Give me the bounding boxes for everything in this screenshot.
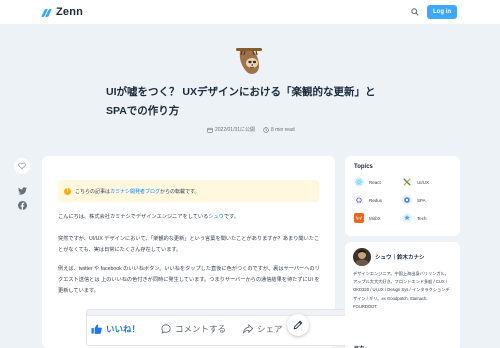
author-name[interactable]: シュウ｜鈴木カナシ: [375, 253, 425, 261]
read-time: 8 min read: [263, 127, 295, 133]
topic-redux[interactable]: Redux: [354, 195, 382, 205]
question-paragraph: 突然ですが、UI/UX デザインにおいて、「楽観的な更新」という言葉を聞いたこと…: [58, 236, 320, 253]
zenn-logo-icon: [41, 7, 53, 18]
react-icon: [354, 177, 364, 187]
read-time-text: 8 min read: [271, 126, 295, 133]
zenn-logo[interactable]: Zenn: [41, 5, 84, 19]
clock-icon: [263, 126, 269, 133]
comment-icon: [161, 324, 171, 334]
repost-notice: ! こちらの記事は カミナシ開発者ブログ からの転載です。: [58, 180, 319, 202]
edit-button[interactable]: [287, 314, 309, 336]
author-link[interactable]: シュウ: [208, 214, 224, 220]
redux-icon: [354, 195, 364, 205]
topic-label: Tech: [417, 215, 427, 221]
toc-card: 目次: [345, 342, 460, 348]
blog-link[interactable]: カミナシ開発者ブログ: [110, 188, 160, 195]
topic-spa[interactable]: SPA: [402, 195, 426, 205]
facebook-share-button[interactable]: [14, 200, 30, 211]
topic-label: React: [369, 179, 381, 185]
publish-date: 2022/01/31に公開: [207, 126, 255, 133]
topic-label: UI/UX: [417, 179, 430, 185]
info-icon: !: [64, 187, 71, 195]
sloth-icon: [233, 46, 265, 78]
search-button[interactable]: [408, 5, 422, 19]
facebook-actions-image: いいね！ コメントする シェア: [86, 309, 350, 346]
login-button[interactable]: Log in: [427, 5, 457, 19]
author-avatar[interactable]: [353, 248, 371, 266]
article-title: UIが嘘をつく？ UXデザインにおける「楽観的な更新」とSPAでの作り方: [106, 86, 376, 117]
facebook-icon: [17, 201, 27, 210]
pencil-icon: [293, 320, 303, 330]
fb-share-label: シェア: [257, 324, 283, 334]
topic-react[interactable]: React: [354, 177, 381, 187]
p1-suffix: です。: [223, 214, 239, 220]
twitter-icon: [17, 186, 27, 195]
top-header: Zenn Log in: [0, 0, 500, 24]
example-paragraph: 例えば、twitter や facebook のいいねボタン。いいねをタップした…: [58, 266, 320, 294]
fb-comment-label: コメントする: [175, 324, 227, 334]
author-card: シュウ｜鈴木カナシ デザインエンジニア。中国上海出身バリリンガル。アップル大大大…: [345, 242, 460, 348]
topic-label: MobX: [369, 215, 381, 221]
intro-paragraph: こんにちは、株式会社カミナシでデザインエンジニアをしているシュウです。: [58, 212, 323, 223]
spa-icon: [402, 195, 412, 205]
fb-comment-item: コメントする: [161, 323, 243, 335]
notice-suffix: からの転載です。: [160, 188, 200, 195]
p1-prefix: こんにちは、株式会社カミナシでデザインエンジニアをしている: [58, 214, 209, 220]
thumbs-up-icon: [91, 324, 102, 334]
calendar-icon: [207, 127, 213, 133]
topics-heading: Topics: [354, 164, 373, 170]
share-arrow-icon: [243, 324, 253, 334]
share-sidebar: [14, 158, 30, 211]
tech-icon: [402, 213, 412, 223]
fb-action-row: いいね！ コメントする シェア: [87, 316, 349, 342]
heart-icon: [18, 162, 26, 170]
logo-text: Zenn: [56, 6, 84, 18]
twitter-share-button[interactable]: [14, 185, 30, 196]
fb-like-item: いいね！: [91, 323, 161, 335]
topic-tech[interactable]: Tech: [402, 213, 427, 223]
topic-uiux[interactable]: UI/UX: [402, 177, 429, 187]
publish-date-text: 2022/01/31に公開: [215, 127, 256, 133]
author-bio: デザインエンジニア。中国上海出身バリリンガル。アップル大大大好き。フロントエンド…: [353, 271, 450, 309]
article-meta: 2022/01/31に公開 8 min read: [207, 126, 295, 133]
topic-label: Redux: [369, 197, 383, 203]
mobx-icon: [354, 213, 364, 223]
like-button[interactable]: [14, 158, 30, 174]
topic-label: SPA: [417, 197, 426, 203]
topic-mobx[interactable]: MobX: [354, 213, 381, 223]
notice-prefix: こちらの記事は: [75, 188, 111, 195]
uiux-icon: [402, 177, 412, 187]
topics-card: Topics React UI/UX Redux SPA MobX Tech: [345, 156, 460, 236]
fb-like-label: いいね！: [106, 324, 141, 334]
search-icon: [411, 8, 419, 16]
